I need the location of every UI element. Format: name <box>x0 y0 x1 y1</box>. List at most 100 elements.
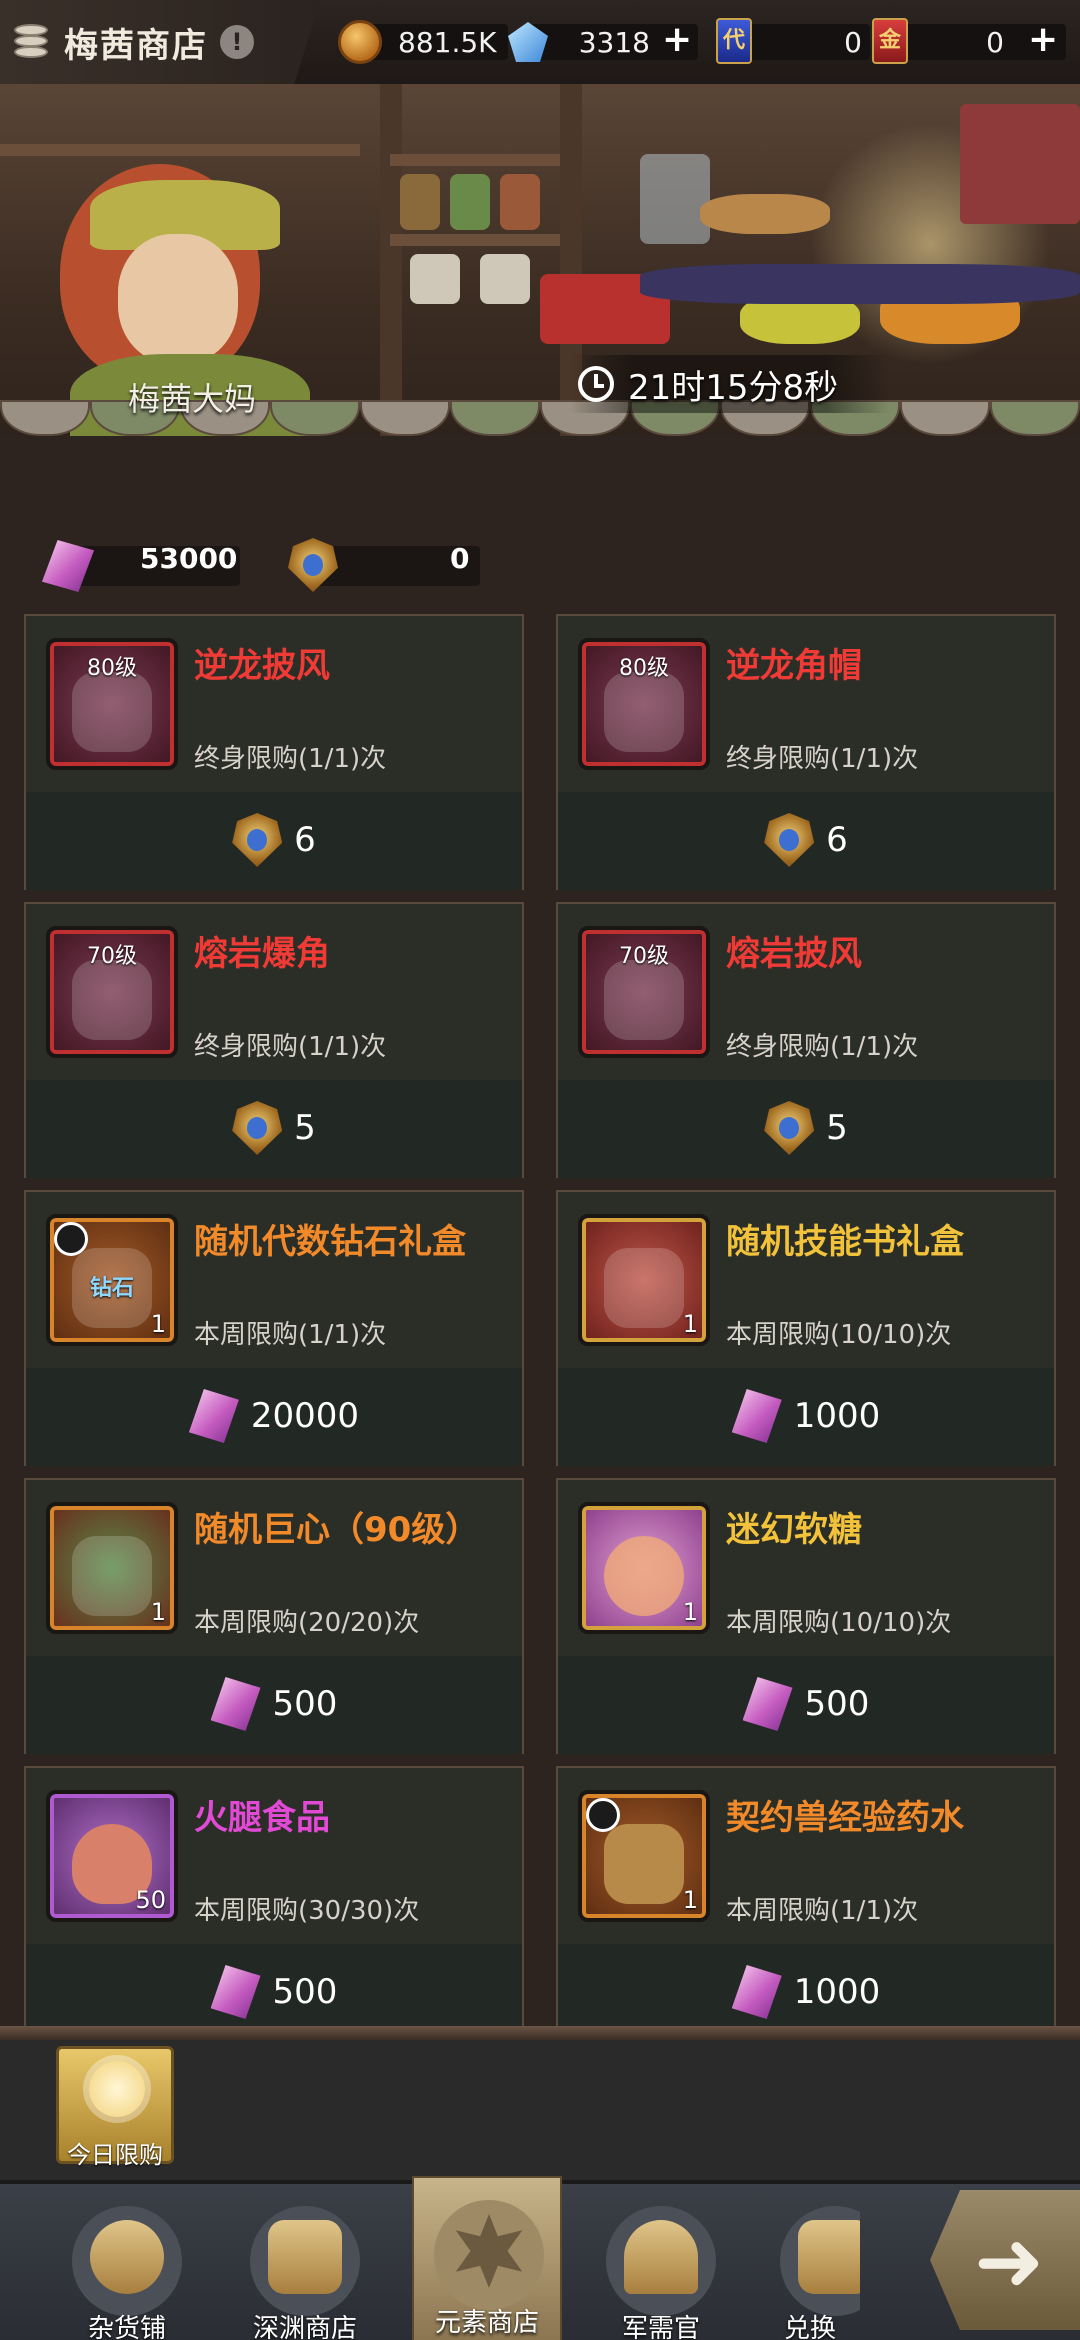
item-thumbnail: 70级 <box>46 926 178 1058</box>
bottom-nav: 杂货铺 深渊商店 元素商店 军需官 兑换 <box>0 2176 1080 2340</box>
item-level: 80级 <box>87 656 137 681</box>
gold-amount: 881.5K <box>398 26 497 59</box>
shop-item-card[interactable]: 70级 熔岩爆角 终身限购(1/1)次 5 <box>24 902 524 1178</box>
shop-item-card[interactable]: 80级 逆龙角帽 终身限购(1/1)次 6 <box>556 614 1056 890</box>
item-price: 1000 <box>793 1396 881 1436</box>
item-name: 逆龙披风 <box>194 646 330 686</box>
item-limit: 终身限购(1/1)次 <box>726 744 919 774</box>
item-name: 熔岩披风 <box>726 934 862 974</box>
jin-card-currency: 金 0 + <box>872 18 1072 66</box>
shop-item-card[interactable]: 1 契约兽经验药水 本周限购(1/1)次 1000 <box>556 1766 1056 2028</box>
add-jin-button[interactable]: + <box>1028 22 1058 58</box>
item-name: 随机巨心（90级） <box>194 1510 480 1550</box>
dai-card-currency: 代 0 <box>716 18 870 66</box>
crate-icon <box>268 2220 342 2294</box>
crystal-icon <box>731 1389 782 1443</box>
item-limit: 本周限购(20/20)次 <box>194 1608 420 1638</box>
jin-card-icon: 金 <box>872 18 908 64</box>
item-price: 6 <box>294 820 316 860</box>
coin-stack-icon <box>12 22 52 62</box>
item-level: 80级 <box>619 656 669 681</box>
tab-element-shop[interactable]: 元素商店 <box>412 2176 562 2340</box>
info-icon[interactable]: ! <box>220 25 254 59</box>
price-button[interactable]: 500 <box>558 1676 1054 1732</box>
shop-item-card[interactable]: 1 随机技能书礼盒 本周限购(10/10)次 1000 <box>556 1190 1056 1466</box>
item-level: 70级 <box>619 944 669 969</box>
badge-balance: 0 <box>450 542 470 575</box>
item-limit: 终身限购(1/1)次 <box>194 1032 387 1062</box>
shop-item-card[interactable]: 80级 逆龙披风 终身限购(1/1)次 6 <box>24 614 524 890</box>
price-button[interactable]: 5 <box>558 1100 1054 1156</box>
shop-item-card[interactable]: 1 迷幻软糖 本周限购(10/10)次 500 <box>556 1478 1056 1754</box>
price-button[interactable]: 6 <box>558 812 1054 868</box>
item-art-text: 钻石 <box>89 1276 134 1301</box>
top-bar: 梅茜商店 ! 881.5K 3318 + 代 0 金 0 + <box>0 0 1080 84</box>
item-level: 70级 <box>87 944 137 969</box>
shop-title: 梅茜商店 <box>64 25 208 66</box>
tab-exchange[interactable]: 兑换 <box>760 2184 860 2340</box>
tab-label: 元素商店 <box>434 2308 539 2338</box>
item-limit: 本周限购(30/30)次 <box>194 1896 420 1926</box>
item-name: 随机技能书礼盒 <box>726 1222 964 1262</box>
item-thumbnail: 50 <box>46 1790 178 1922</box>
item-quantity: 1 <box>682 1886 698 1914</box>
item-thumbnail: 1 <box>46 1502 178 1634</box>
shop-item-card[interactable]: 50 火腿食品 本周限购(30/30)次 500 <box>24 1766 524 2028</box>
gold-coin-icon <box>338 20 382 64</box>
item-price: 1000 <box>793 1972 881 2012</box>
helmet-icon <box>624 2220 698 2294</box>
tab-label: 杂货铺 <box>87 2314 166 2340</box>
tab-quartermaster[interactable]: 军需官 <box>586 2184 736 2340</box>
today-limited-label: 今日限购 <box>67 2141 163 2169</box>
item-thumbnail: 70级 <box>578 926 710 1058</box>
price-button[interactable]: 1000 <box>558 1964 1054 2020</box>
item-quantity: 50 <box>135 1886 166 1914</box>
item-price: 500 <box>272 1684 338 1724</box>
gem-amount: 3318 <box>578 26 650 59</box>
tab-grocery[interactable]: 杂货铺 <box>52 2184 202 2340</box>
add-gems-button[interactable]: + <box>662 22 692 58</box>
price-button[interactable]: 1000 <box>558 1388 1054 1444</box>
price-button[interactable]: 20000 <box>26 1388 522 1444</box>
clock-icon <box>578 366 614 402</box>
item-limit: 终身限购(1/1)次 <box>726 1032 919 1062</box>
price-button[interactable]: 500 <box>26 1964 522 2020</box>
balances: 53000 0 <box>0 436 1080 600</box>
shop-item-card[interactable]: 70级 熔岩披风 终身限购(1/1)次 5 <box>556 902 1056 1178</box>
price-button[interactable]: 5 <box>26 1100 522 1156</box>
item-name: 契约兽经验药水 <box>726 1798 964 1838</box>
shop-item-card[interactable]: 钻石 1 随机代数钻石礼盒 本周限购(1/1)次 20000 <box>24 1190 524 1466</box>
item-name: 逆龙角帽 <box>726 646 862 686</box>
crystal-icon <box>210 1677 261 1731</box>
tab-abyss-shop[interactable]: 深渊商店 <box>230 2184 380 2340</box>
item-name: 随机代数钻石礼盒 <box>194 1222 466 1262</box>
item-price: 20000 <box>250 1396 360 1436</box>
badge-icon <box>764 1101 815 1155</box>
badge-icon <box>764 813 815 867</box>
tab-label: 兑换 <box>783 2314 836 2340</box>
item-price: 500 <box>272 1972 338 2012</box>
item-name: 熔岩爆角 <box>194 934 330 974</box>
price-button[interactable]: 500 <box>26 1676 522 1732</box>
badge-icon <box>232 813 283 867</box>
item-quantity: 1 <box>150 1598 166 1626</box>
today-limited-button[interactable]: 今日限购 <box>56 2046 174 2169</box>
next-arrow-button[interactable] <box>930 2190 1080 2330</box>
item-price: 500 <box>804 1684 870 1724</box>
item-thumbnail: 80级 <box>578 638 710 770</box>
dai-card-icon: 代 <box>716 18 752 64</box>
gem-currency: 3318 + <box>508 18 698 66</box>
sun-icon <box>89 2061 145 2117</box>
badge-icon <box>232 1101 283 1155</box>
item-quantity: 1 <box>150 1310 166 1338</box>
item-limit: 终身限购(1/1)次 <box>194 744 387 774</box>
item-limit: 本周限购(1/1)次 <box>194 1320 387 1350</box>
crystal-icon <box>731 1965 782 2019</box>
item-price: 5 <box>294 1108 316 1148</box>
shop-item-card[interactable]: 1 随机巨心（90级） 本周限购(20/20)次 500 <box>24 1478 524 1754</box>
price-button[interactable]: 6 <box>26 812 522 868</box>
exchange-icon <box>798 2220 860 2294</box>
item-thumbnail: 80级 <box>46 638 178 770</box>
item-name: 火腿食品 <box>194 1798 330 1838</box>
tab-label: 军需官 <box>621 2314 700 2340</box>
